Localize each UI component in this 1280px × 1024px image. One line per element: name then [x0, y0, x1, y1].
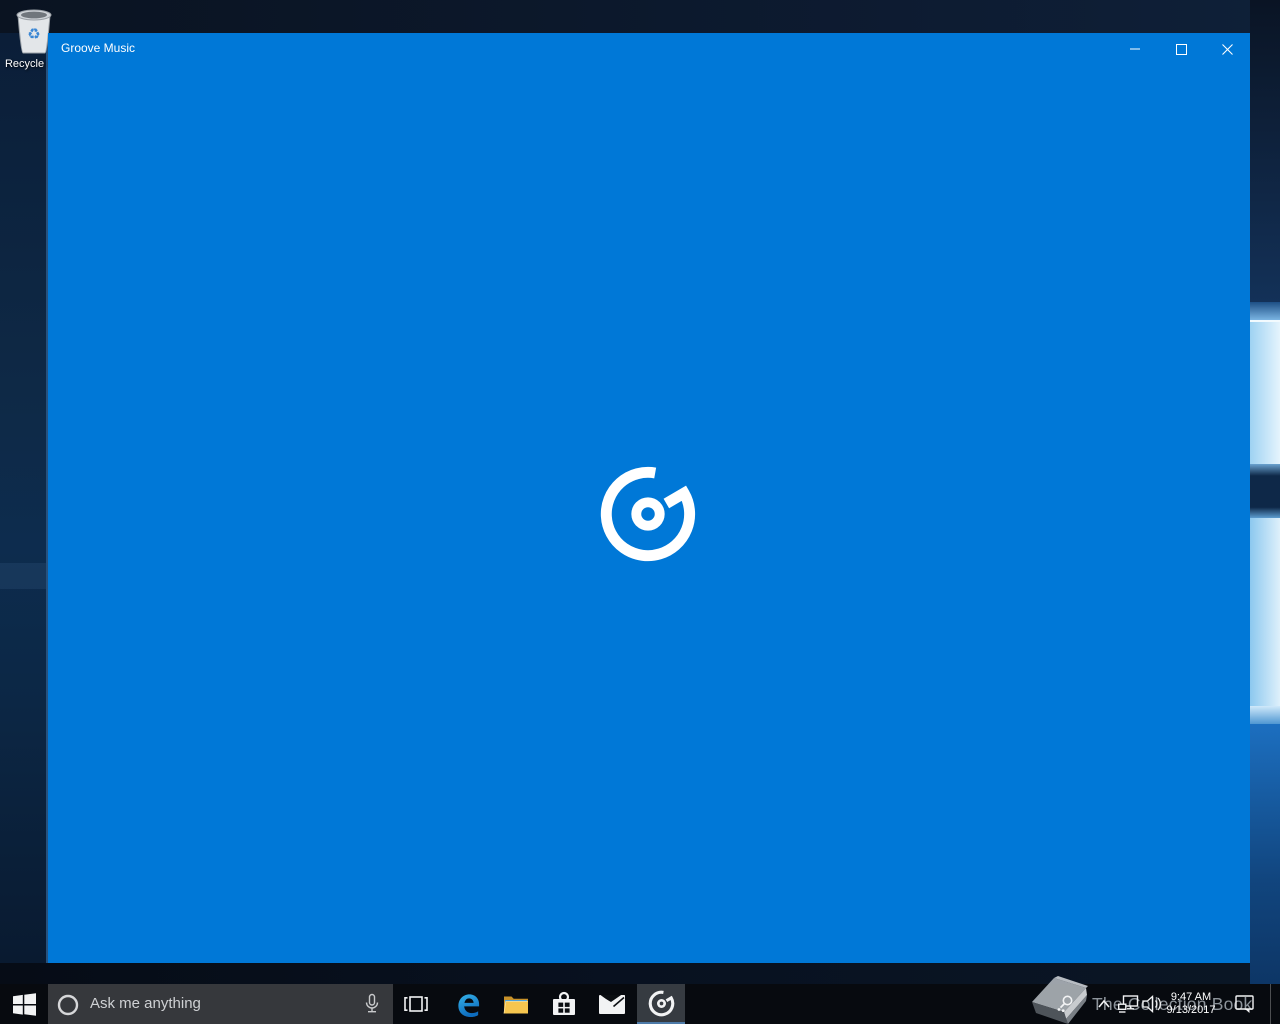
- magnifier-icon: [1057, 995, 1073, 1012]
- mail-envelope-icon: [599, 994, 625, 1014]
- window-caption-buttons: [1112, 33, 1250, 65]
- task-view-icon: [404, 996, 428, 1012]
- wallpaper-light-pane: [1250, 320, 1280, 464]
- maximize-button[interactable]: [1158, 33, 1204, 65]
- show-desktop-button[interactable]: [1270, 984, 1280, 1024]
- network-status-button[interactable]: [1116, 984, 1140, 1024]
- wallpaper-left-strip: [0, 33, 48, 963]
- groove-music-window: Groove Music: [48, 33, 1250, 963]
- wallpaper-right-strip: [1250, 0, 1280, 984]
- windows-logo-icon: [12, 992, 36, 1016]
- folder-icon: [503, 996, 528, 1014]
- window-title: Groove Music: [61, 41, 136, 55]
- action-center-button[interactable]: [1229, 984, 1261, 1024]
- wallpaper-bottom-strip: [0, 963, 1250, 984]
- minimize-button[interactable]: [1112, 33, 1158, 65]
- minimize-icon: [1130, 48, 1140, 50]
- show-hidden-icons-button[interactable]: [1094, 984, 1114, 1024]
- mail-button[interactable]: [589, 984, 635, 1024]
- groove-music-icon: [600, 466, 696, 562]
- groove-music-taskbar-button[interactable]: [637, 984, 685, 1024]
- tray-magnifier-button[interactable]: [1054, 984, 1078, 1024]
- tray-date: 9/13/2017: [1166, 1004, 1216, 1016]
- cortana-ring-icon: [57, 994, 79, 1016]
- task-view-button[interactable]: [393, 984, 439, 1024]
- taskbar: The Collection Book Ask me anything 9:47…: [0, 976, 1280, 1024]
- close-icon: [1221, 43, 1233, 55]
- file-explorer-button[interactable]: [493, 984, 539, 1024]
- clock[interactable]: 9:47 AM 9/13/2017: [1162, 984, 1220, 1024]
- wallpaper-top-strip: [0, 0, 1280, 33]
- store-bag-icon: [553, 991, 575, 1015]
- hidden-icons-chevron-icon: [1098, 999, 1110, 1008]
- desktop: ♻ Recycle Bin Groove Music The Collectio…: [0, 0, 1280, 1024]
- volume-icon: [1141, 995, 1161, 1013]
- svg-text:♻: ♻: [27, 26, 40, 43]
- start-button[interactable]: [0, 984, 48, 1024]
- tray-time: 9:47 AM: [1170, 991, 1212, 1003]
- close-button[interactable]: [1204, 33, 1250, 65]
- maximize-icon: [1175, 43, 1187, 55]
- edge-button[interactable]: [445, 984, 491, 1024]
- network-icon: [1118, 995, 1139, 1013]
- groove-music-icon: [648, 990, 674, 1016]
- cortana-search-box[interactable]: Ask me anything: [48, 984, 393, 1024]
- volume-button[interactable]: [1140, 984, 1164, 1024]
- microphone-icon[interactable]: [363, 993, 381, 1015]
- edge-icon: [457, 993, 479, 1017]
- wallpaper-light-pane: [1250, 518, 1280, 706]
- search-placeholder: Ask me anything: [90, 995, 201, 1012]
- store-button[interactable]: [541, 984, 587, 1024]
- action-center-icon: [1235, 994, 1254, 1013]
